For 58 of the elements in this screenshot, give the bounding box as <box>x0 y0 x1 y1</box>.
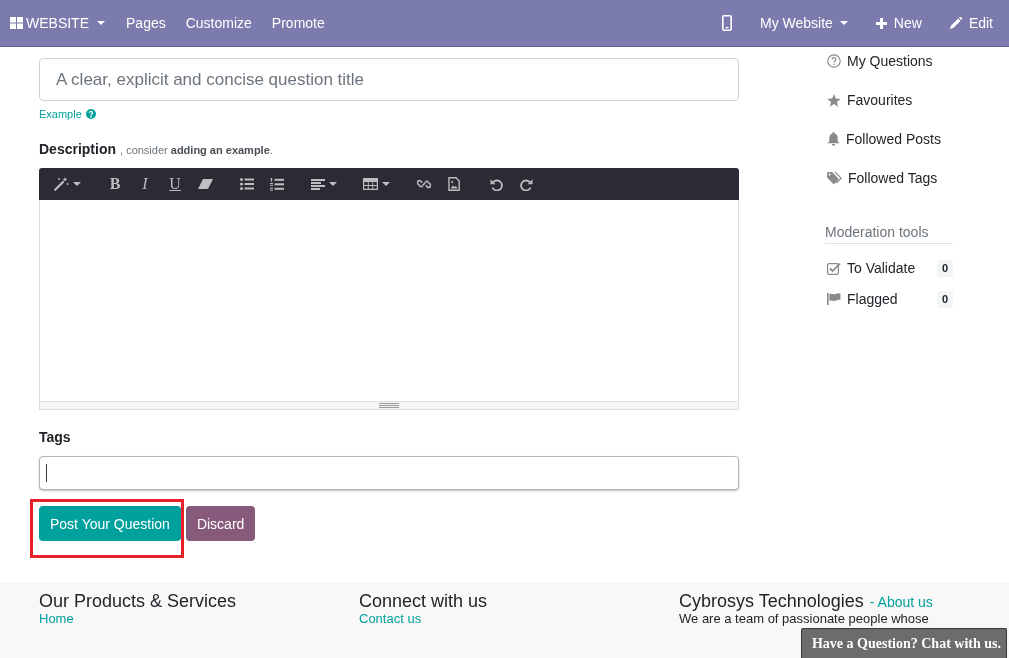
sidebar-link[interactable]: Followed Posts <box>825 129 953 149</box>
help-icon <box>85 109 96 119</box>
footer-heading: Cybrosys Technologies <box>679 591 864 611</box>
tags-icon <box>827 171 842 185</box>
numbered-list-icon <box>270 177 284 191</box>
undo-icon <box>489 177 503 191</box>
bold-button[interactable]: B <box>100 168 130 200</box>
bullet-list-icon <box>240 178 254 190</box>
sidebar-link[interactable]: Favourites <box>825 90 953 110</box>
sidebar-link[interactable]: Flagged <box>825 289 898 309</box>
footer-link[interactable]: Home <box>39 611 74 627</box>
grip-icon <box>379 403 399 408</box>
count-badge: 0 <box>936 290 953 308</box>
example-link[interactable]: Example <box>39 107 96 121</box>
field-hint: , consider adding an example. <box>120 143 273 158</box>
table-icon <box>363 178 378 190</box>
grid-icon <box>10 17 23 29</box>
sidebar-link[interactable]: To Validate <box>825 258 916 278</box>
sidebar-link[interactable]: My Questions <box>825 51 953 71</box>
new-button[interactable]: New <box>861 0 936 46</box>
section-heading: Moderation tools <box>825 222 953 244</box>
pencil-icon <box>949 17 962 29</box>
checkbox-icon <box>827 261 841 275</box>
align-left-icon <box>311 178 325 190</box>
chat-button[interactable]: Have a Question? Chat with us. <box>800 628 1007 658</box>
website-switcher[interactable]: My Website <box>746 0 862 46</box>
link-icon <box>417 177 431 191</box>
field-label: Tags <box>39 428 72 446</box>
submit-button[interactable]: Post Your Question <box>39 506 181 541</box>
bell-icon <box>827 132 840 146</box>
field-label: Description <box>39 140 116 158</box>
eraser-icon <box>197 179 213 189</box>
apps-menu-button[interactable]: WEBSITE <box>10 0 116 46</box>
nav-menu-item[interactable]: Promote <box>261 0 335 46</box>
footer-heading: Our Products & Services <box>39 591 237 611</box>
question-circle-icon <box>827 54 841 68</box>
title-field[interactable]: A clear, explicit and concise question title <box>39 58 739 101</box>
underline-button[interactable]: U <box>160 168 190 200</box>
phone-icon <box>722 15 732 31</box>
nav-menu-item[interactable]: Customize <box>175 0 262 46</box>
footer-link[interactable]: Contact us <box>359 611 422 627</box>
image-icon <box>448 177 460 191</box>
italic-button[interactable]: I <box>130 168 160 200</box>
count-badge: 0 <box>936 259 953 277</box>
tags-field[interactable] <box>39 456 739 490</box>
resize-handle[interactable] <box>39 401 739 410</box>
nav-menu-item[interactable]: Pages <box>116 0 176 46</box>
footer-heading: Connect with us <box>359 591 488 611</box>
flag-icon <box>827 293 841 305</box>
plus-icon <box>875 17 887 29</box>
footer-link[interactable]: - About us <box>869 594 933 610</box>
footer-text: We are a team of passionate people whose <box>679 611 929 627</box>
redo-icon <box>519 177 533 191</box>
sidebar-link[interactable]: Followed Tags <box>825 168 953 188</box>
edit-button[interactable]: Edit <box>935 0 1007 46</box>
magic-wand-icon <box>54 177 69 191</box>
star-icon <box>827 93 841 107</box>
discard-button[interactable]: Discard <box>185 506 256 541</box>
